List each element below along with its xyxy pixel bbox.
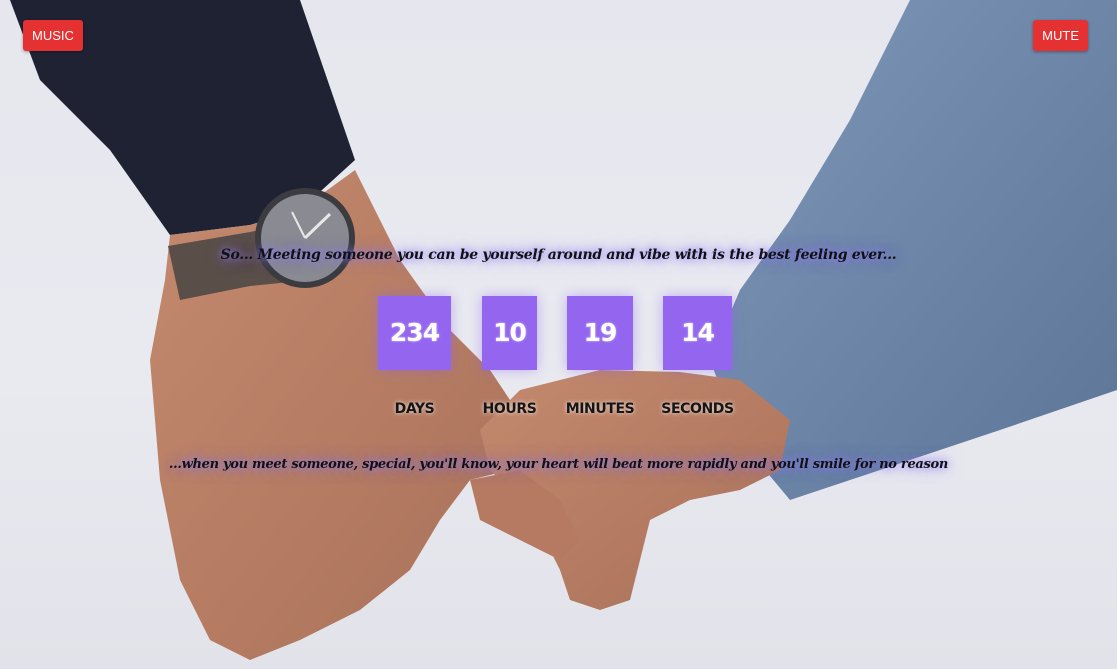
- seconds-label: SECONDS: [661, 401, 734, 417]
- music-button[interactable]: MUSIC: [23, 20, 83, 51]
- quote-top: So... Meeting someone you can be yoursel…: [220, 247, 897, 263]
- hours-label: HOURS: [482, 401, 537, 417]
- seconds-counter: 14: [663, 296, 732, 370]
- minutes-counter: 19: [567, 296, 633, 370]
- mute-button[interactable]: MUTE: [1033, 20, 1088, 51]
- background-photo: [10, 0, 1117, 660]
- quote-bottom: ...when you meet someone, special, you'l…: [168, 457, 949, 472]
- days-counter: 234: [378, 296, 451, 370]
- days-label: DAYS: [394, 401, 435, 417]
- hours-counter: 10: [482, 296, 537, 370]
- minutes-label: MINUTES: [565, 401, 635, 417]
